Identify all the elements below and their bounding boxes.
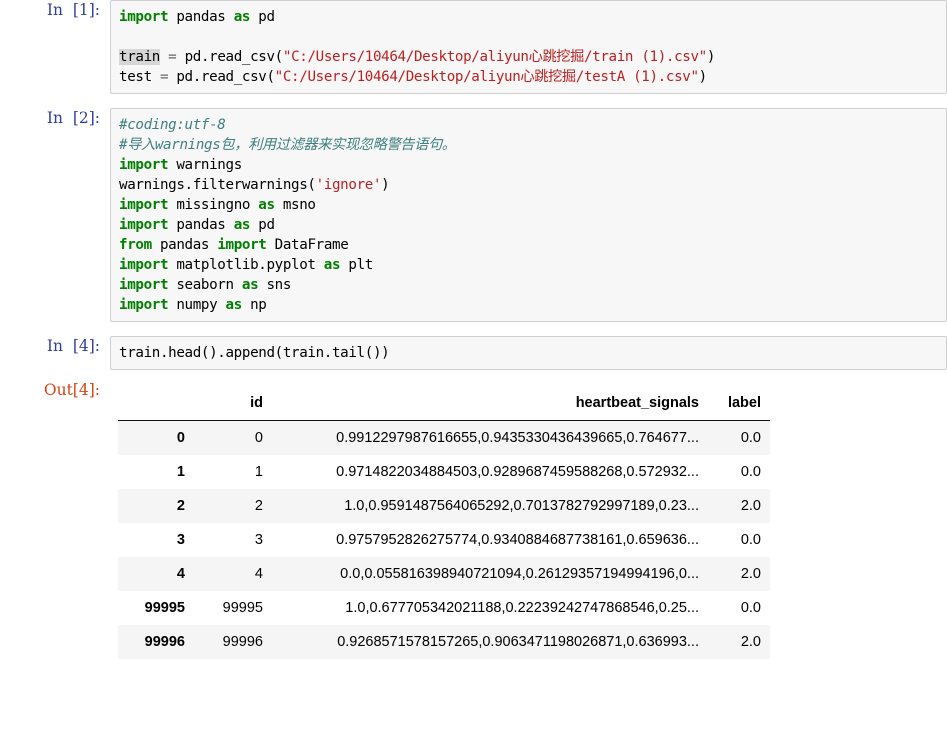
row-index: 4 [118,557,194,591]
table-row: 1 1 0.9714822034884503,0.928968745958826… [118,455,770,489]
cell-heartbeat-signals: 0.9714822034884503,0.9289687459588268,0.… [272,455,708,489]
column-header-label: label [708,390,770,421]
cell-gap-1 [0,94,947,108]
column-header-index [118,390,194,421]
prompt-in-1: In [1]: [46,1,100,19]
column-header-id: id [194,390,272,421]
table-row: 99995 99995 1.0,0.677705342021188,0.2223… [118,591,770,625]
cell-label: 0.0 [708,420,770,455]
cell-heartbeat-signals: 1.0,0.677705342021188,0.2223924274786854… [272,591,708,625]
code-content-1[interactable]: import pandas as pd train = pd.read_csv(… [119,7,942,87]
cell-id: 4 [194,557,272,591]
cell-heartbeat-signals: 0.9757952826275774,0.9340884687738161,0.… [272,523,708,557]
prompt-in-2: In [2]: [46,109,100,127]
code-editor-2[interactable]: #coding:utf-8 #导入warnings包，利用过滤器来实现忽略警告语… [110,108,947,322]
cell-label: 2.0 [708,625,770,659]
code-cell-1[interactable]: In [1]: import pandas as pd train = pd.r… [0,0,947,94]
table-row: 99996 99996 0.9268571578157265,0.9063471… [118,625,770,659]
cell-id: 0 [194,420,272,455]
dataframe-head: id heartbeat_signals label [118,390,770,421]
prompt-in-3: In [4]: [46,337,100,355]
cell-heartbeat-signals: 0.9268571578157265,0.9063471198026871,0.… [272,625,708,659]
code-editor-1[interactable]: import pandas as pd train = pd.read_csv(… [110,0,947,94]
code-content-3[interactable]: train.head().append(train.tail()) [119,343,942,363]
code-editor-3[interactable]: train.head().append(train.tail()) [110,336,947,370]
cell-label: 0.0 [708,455,770,489]
output-area-4: Out[4]: id heartbeat_signals label 0 0 0… [0,380,947,659]
table-row: 0 0 0.9912297987616655,0.943533043643966… [118,420,770,455]
column-header-heartbeat-signals: heartbeat_signals [272,390,708,421]
code-cell-2[interactable]: In [2]: #coding:utf-8 #导入warnings包，利用过滤器… [0,108,947,322]
cell-label: 0.0 [708,523,770,557]
output-gap [0,370,947,380]
output-body: id heartbeat_signals label 0 0 0.9912297… [110,380,947,659]
cell-label: 0.0 [708,591,770,625]
row-index: 99995 [118,591,194,625]
dataframe-body: 0 0 0.9912297987616655,0.943533043643966… [118,420,770,659]
cell-id: 3 [194,523,272,557]
table-row: 2 2 1.0,0.9591487564065292,0.70137827929… [118,489,770,523]
cell-id: 2 [194,489,272,523]
row-index: 0 [118,420,194,455]
cell-heartbeat-signals: 0.0,0.055816398940721094,0.2612935719499… [272,557,708,591]
row-index: 1 [118,455,194,489]
cell-heartbeat-signals: 0.9912297987616655,0.9435330436439665,0.… [272,420,708,455]
cell-gap-2 [0,322,947,336]
prompt-out-4: Out[4]: [43,381,100,399]
dataframe-table: id heartbeat_signals label 0 0 0.9912297… [118,390,770,659]
cell-label: 2.0 [708,557,770,591]
row-index: 2 [118,489,194,523]
table-row: 4 4 0.0,0.055816398940721094,0.261293571… [118,557,770,591]
cell-label: 2.0 [708,489,770,523]
cell-id: 99995 [194,591,272,625]
table-row: 3 3 0.9757952826275774,0.934088468773816… [118,523,770,557]
cell-id: 1 [194,455,272,489]
code-cell-3[interactable]: In [4]: train.head().append(train.tail()… [0,336,947,370]
cell-id: 99996 [194,625,272,659]
notebook-root: In [1]: import pandas as pd train = pd.r… [0,0,947,659]
row-index: 99996 [118,625,194,659]
code-content-2[interactable]: #coding:utf-8 #导入warnings包，利用过滤器来实现忽略警告语… [119,115,942,315]
table-header-row: id heartbeat_signals label [118,390,770,421]
cell-heartbeat-signals: 1.0,0.9591487564065292,0.701378279299718… [272,489,708,523]
row-index: 3 [118,523,194,557]
